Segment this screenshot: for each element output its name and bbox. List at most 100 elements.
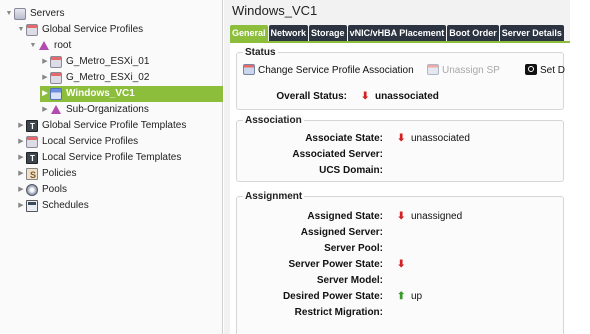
tree-node-label: Windows_VC1 xyxy=(66,88,135,99)
policies-icon xyxy=(26,167,38,183)
tab-storage[interactable]: Storage xyxy=(309,25,347,41)
desired-power-state-value: ⬆ up xyxy=(397,290,422,304)
unassign-icon xyxy=(427,64,439,75)
overall-status-row: Overall Status: xyxy=(237,90,347,104)
assigned-server-row: Assigned Server: xyxy=(237,226,383,240)
restrict-migration-row: Restrict Migration: xyxy=(237,306,383,320)
assigned-state-text: unassigned xyxy=(411,211,463,222)
associated-server-row: Associated Server: xyxy=(237,148,383,162)
tree-node-label: G_Metro_ESXi_01 xyxy=(66,56,150,67)
service-profile-icon xyxy=(50,56,62,68)
organization-icon xyxy=(50,104,62,116)
tree-node-servers[interactable]: ▼ Servers xyxy=(4,6,64,22)
desired-power-state-row: Desired Power State: xyxy=(237,290,383,304)
expand-arrow-icon[interactable]: ▼ xyxy=(4,6,14,22)
tree-node-local-service-profile-templates[interactable]: ▶ Local Service Profile Templates xyxy=(16,150,182,167)
power-icon xyxy=(525,64,537,75)
tree-node-label: Schedules xyxy=(42,200,89,211)
assignment-group: Assignment Assigned State: ⬇ unassigned A… xyxy=(236,191,564,334)
tree-node-label: Policies xyxy=(42,168,77,179)
down-arrow-icon: ⬇ xyxy=(397,259,406,270)
tree-node-schedules[interactable]: ▶ Schedules xyxy=(16,198,89,214)
tree-node-profile-g-metro-esxi-01[interactable]: ▶ G_Metro_ESXi_01 xyxy=(40,54,149,70)
tree-node-global-service-profile-templates[interactable]: ▶ Global Service Profile Templates xyxy=(16,118,187,135)
assigned-state-value: ⬇ unassigned xyxy=(397,210,462,224)
tree-node-label: G_Metro_ESXi_02 xyxy=(66,72,150,83)
change-service-profile-association-link[interactable]: Change Service Profile Association xyxy=(243,64,414,78)
tree-node-label: Pools xyxy=(42,184,68,195)
collapse-arrow-icon[interactable]: ▶ xyxy=(40,54,50,70)
assignment-group-title: Assignment xyxy=(243,191,305,202)
change-association-icon xyxy=(243,64,255,75)
tree-node-label: Local Service Profiles xyxy=(42,136,139,147)
tab-vnic-vhba-placement[interactable]: vNIC/vHBA Placement xyxy=(347,25,447,41)
template-icon xyxy=(26,119,38,135)
tab-boot-order[interactable]: Boot Order xyxy=(447,25,499,41)
tree-node-policies[interactable]: ▶ Policies xyxy=(16,166,77,183)
overall-status-label: Overall Status: xyxy=(276,91,347,102)
down-arrow-icon: ⬇ xyxy=(361,91,370,102)
right-edge xyxy=(570,0,590,334)
service-profile-icon xyxy=(50,72,62,84)
desired-power-state-label: Desired Power State: xyxy=(282,291,383,302)
association-group: Association Associate State: ⬇ unassociat… xyxy=(236,115,564,182)
collapse-arrow-icon[interactable]: ▶ xyxy=(16,198,26,214)
content-pane: Windows_VC1 General Network Storage vNIC/vH… xyxy=(224,0,590,334)
restrict-migration-label: Restrict Migration: xyxy=(294,307,383,318)
collapse-arrow-icon[interactable]: ▶ xyxy=(40,70,50,86)
service-profile-icon xyxy=(50,88,62,100)
status-group-title: Status xyxy=(243,47,278,58)
overall-status-value: ⬇ unassociated xyxy=(361,90,439,104)
tab-bar: General Network Storage vNIC/vHBA Placement… xyxy=(230,25,570,41)
page-title: Windows_VC1 xyxy=(232,3,318,18)
ucs-domain-row: UCS Domain: xyxy=(237,164,383,178)
assigned-server-label: Assigned Server: xyxy=(300,227,383,238)
servers-icon xyxy=(14,8,26,20)
associate-state-label: Associate State: xyxy=(305,133,383,144)
pools-icon xyxy=(26,184,38,196)
tree-node-global-service-profiles[interactable]: ▼ Global Service Profiles xyxy=(16,22,143,38)
assigned-state-label: Assigned State: xyxy=(307,211,383,222)
tree-node-pools[interactable]: ▶ Pools xyxy=(16,182,67,198)
tree-node-label: Servers xyxy=(30,8,65,19)
collapse-arrow-icon[interactable]: ▶ xyxy=(16,118,26,134)
overall-status-text: unassociated xyxy=(375,91,439,102)
expand-arrow-icon[interactable]: ▼ xyxy=(28,38,38,54)
assigned-state-row: Assigned State: xyxy=(237,210,383,224)
association-group-title: Association xyxy=(243,115,304,126)
down-arrow-icon: ⬇ xyxy=(397,133,406,144)
tab-server-details[interactable]: Server Details xyxy=(499,25,564,41)
tree-node-label: root xyxy=(54,40,72,51)
associate-state-row: Associate State: xyxy=(237,132,383,146)
template-icon xyxy=(26,151,38,167)
collapse-arrow-icon[interactable]: ▶ xyxy=(40,102,50,118)
collapse-arrow-icon[interactable]: ▶ xyxy=(16,166,26,182)
server-model-row: Server Model: xyxy=(237,274,383,288)
collapse-arrow-icon[interactable]: ▶ xyxy=(16,182,26,198)
general-tab-panel: Status Change Service Profile Associatio… xyxy=(230,41,570,334)
collapse-arrow-icon[interactable]: ▶ xyxy=(40,86,50,102)
tree-node-label: Local Service Profile Templates xyxy=(42,152,182,163)
collapse-arrow-icon[interactable]: ▶ xyxy=(16,134,26,150)
set-desired-power-state-link[interactable]: Set D xyxy=(525,64,565,78)
collapse-arrow-icon[interactable]: ▶ xyxy=(16,150,26,166)
associate-state-text: unassociated xyxy=(411,133,470,144)
server-power-state-row: Server Power State: xyxy=(237,258,384,272)
down-arrow-icon: ⬇ xyxy=(397,211,406,222)
tree-node-root[interactable]: ▼ root xyxy=(28,38,72,54)
associate-state-value: ⬇ unassociated xyxy=(397,132,470,146)
tree-node-profile-windows-vc1[interactable]: ▶ Windows_VC1 xyxy=(40,86,223,102)
unassign-sp-link[interactable]: Unassign SP xyxy=(427,64,500,78)
tab-general[interactable]: General xyxy=(230,25,268,41)
expand-arrow-icon[interactable]: ▼ xyxy=(16,22,26,38)
service-profiles-icon xyxy=(26,136,38,148)
tab-network[interactable]: Network xyxy=(268,25,309,41)
server-power-state-value: ⬇ xyxy=(397,258,411,272)
tree-node-sub-organizations[interactable]: ▶ Sub-Organizations xyxy=(40,102,149,118)
service-profiles-icon xyxy=(26,24,38,36)
desired-power-state-text: up xyxy=(411,291,423,302)
tree-node-local-service-profiles[interactable]: ▶ Local Service Profiles xyxy=(16,134,138,150)
organization-icon xyxy=(38,40,50,52)
tree-node-label: Global Service Profile Templates xyxy=(42,120,187,131)
tree-node-profile-g-metro-esxi-02[interactable]: ▶ G_Metro_ESXi_02 xyxy=(40,70,149,86)
